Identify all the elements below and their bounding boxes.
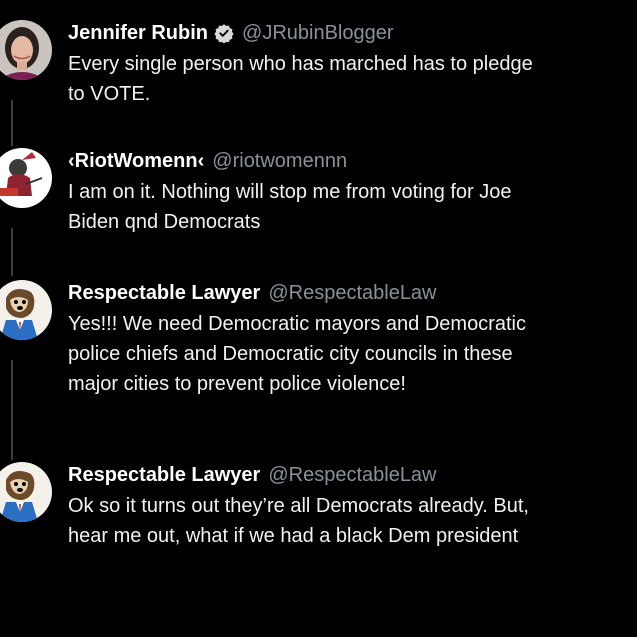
- author-handle[interactable]: @JRubinBlogger: [242, 22, 394, 45]
- tweet-text: Every single person who has marched has …: [68, 53, 533, 105]
- riot-women-logo-icon[interactable]: [0, 148, 52, 208]
- author-handle[interactable]: @RespectableLaw: [268, 464, 436, 487]
- thread-connector: [11, 228, 13, 276]
- tweet-text: Yes!!! We need Democratic mayors and Dem…: [68, 313, 526, 395]
- author-name[interactable]: ‹RiotWomenn‹: [68, 150, 204, 173]
- tweet-thread: Jennifer Rubin @JRubinBlogger Every sing…: [0, 0, 637, 637]
- verified-badge-icon: [214, 23, 234, 43]
- cartoon-dog-icon[interactable]: [0, 462, 52, 522]
- thread-connector: [11, 100, 13, 146]
- author-handle[interactable]: @riotwomennn: [212, 150, 347, 173]
- thread-connector: [11, 360, 13, 460]
- author-name[interactable]: Jennifer Rubin: [68, 22, 208, 45]
- author-name[interactable]: Respectable Lawyer: [68, 282, 260, 305]
- author-name[interactable]: Respectable Lawyer: [68, 464, 260, 487]
- cartoon-dog-icon[interactable]: [0, 280, 52, 340]
- tweet-text: I am on it. Nothing will stop me from vo…: [68, 181, 512, 233]
- tweet-text: Ok so it turns out they’re all Democrats…: [68, 495, 529, 547]
- user-photo-icon[interactable]: [0, 20, 52, 80]
- author-handle[interactable]: @RespectableLaw: [268, 282, 436, 305]
